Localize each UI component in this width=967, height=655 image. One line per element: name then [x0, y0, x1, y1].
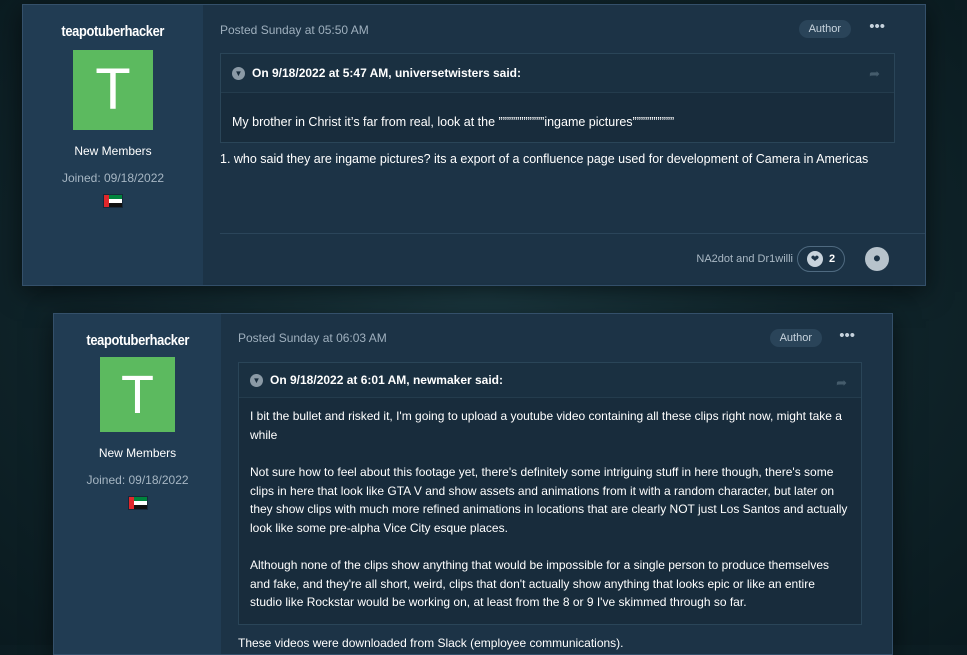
avatar[interactable]: T — [100, 357, 175, 432]
quote-citation: On 9/18/2022 at 6:01 AM, newmaker said: — [270, 373, 503, 387]
chevron-down-icon[interactable]: ▼ — [232, 66, 245, 80]
quote-paragraph: I bit the bullet and risked it, I'm goin… — [250, 409, 842, 442]
quote-citation: On 9/18/2022 at 5:47 AM, universetwister… — [252, 66, 522, 80]
author-username[interactable]: teapotuberhacker — [86, 332, 189, 349]
post-body: These videos were downloaded from Slack … — [238, 635, 624, 650]
author-badge: Author — [769, 329, 822, 347]
avatar[interactable]: T — [73, 50, 153, 130]
author-pane: teapotuberhacker T New Members Joined: 0… — [23, 5, 203, 285]
react-button[interactable]: ⚫ — [865, 247, 889, 271]
post-timestamp[interactable]: Posted Sunday at 06:03 AM — [238, 331, 387, 345]
post-body: 1. who said they are ingame pictures? it… — [220, 151, 869, 166]
chevron-down-icon[interactable]: ▼ — [250, 373, 263, 387]
author-badge: Author — [798, 20, 851, 38]
quote-block: ▼ On 9/18/2022 at 6:01 AM, newmaker said… — [238, 362, 862, 625]
forum-post: teapotuberhacker T New Members Joined: 0… — [53, 313, 893, 655]
thumbs-up-icon: ⚫ — [871, 251, 883, 266]
reaction-count: 2 — [828, 253, 836, 265]
uae-flag-icon — [128, 497, 147, 509]
author-pane: teapotuberhacker T New Members Joined: 0… — [54, 314, 221, 654]
author-username[interactable]: teapotuberhacker — [62, 23, 165, 40]
quote-header[interactable]: ▼ On 9/18/2022 at 6:01 AM, newmaker said… — [239, 363, 861, 398]
quote-paragraph: Although none of the clips show anything… — [250, 558, 830, 609]
author-joined-date: Joined: 09/18/2022 — [86, 473, 189, 487]
thumbs-up-icon: ❤ — [806, 251, 823, 267]
author-group: New Members — [98, 446, 177, 460]
quote-paragraph: Not sure how to feel about this footage … — [250, 465, 848, 535]
quote-header[interactable]: ▼ On 9/18/2022 at 5:47 AM, universetwist… — [221, 54, 894, 93]
post-meta: Posted Sunday at 06:03 AM Author ••• — [238, 314, 892, 362]
post-content: Posted Sunday at 06:03 AM Author ••• ▼ O… — [221, 314, 892, 654]
share-icon[interactable]: ➦ — [836, 375, 847, 391]
quote-block: ▼ On 9/18/2022 at 5:47 AM, universetwist… — [220, 53, 895, 143]
quote-paragraph: My brother in Christ it’s far from real,… — [232, 115, 675, 129]
reaction-count-badge[interactable]: ❤ 2 — [797, 246, 845, 272]
uae-flag-icon — [104, 195, 122, 207]
share-icon[interactable]: ➦ — [869, 66, 880, 82]
quote-body: I bit the bullet and risked it, I'm goin… — [239, 398, 861, 624]
reaction-users[interactable]: NA2dot and Dr1willi — [696, 253, 793, 265]
more-options-icon[interactable]: ••• — [839, 327, 855, 344]
post-meta: Posted Sunday at 05:50 AM Author ••• — [220, 5, 925, 53]
post-content: Posted Sunday at 05:50 AM Author ••• ▼ O… — [203, 5, 925, 285]
post-timestamp[interactable]: Posted Sunday at 05:50 AM — [220, 23, 369, 37]
quote-body: My brother in Christ it’s far from real,… — [221, 93, 894, 142]
more-options-icon[interactable]: ••• — [869, 18, 885, 35]
forum-post: teapotuberhacker T New Members Joined: 0… — [22, 4, 926, 286]
post-footer: NA2dot and Dr1willi ❤ 2 ⚫ — [220, 233, 925, 285]
author-joined-date: Joined: 09/18/2022 — [61, 171, 165, 185]
author-group: New Members — [74, 144, 152, 158]
